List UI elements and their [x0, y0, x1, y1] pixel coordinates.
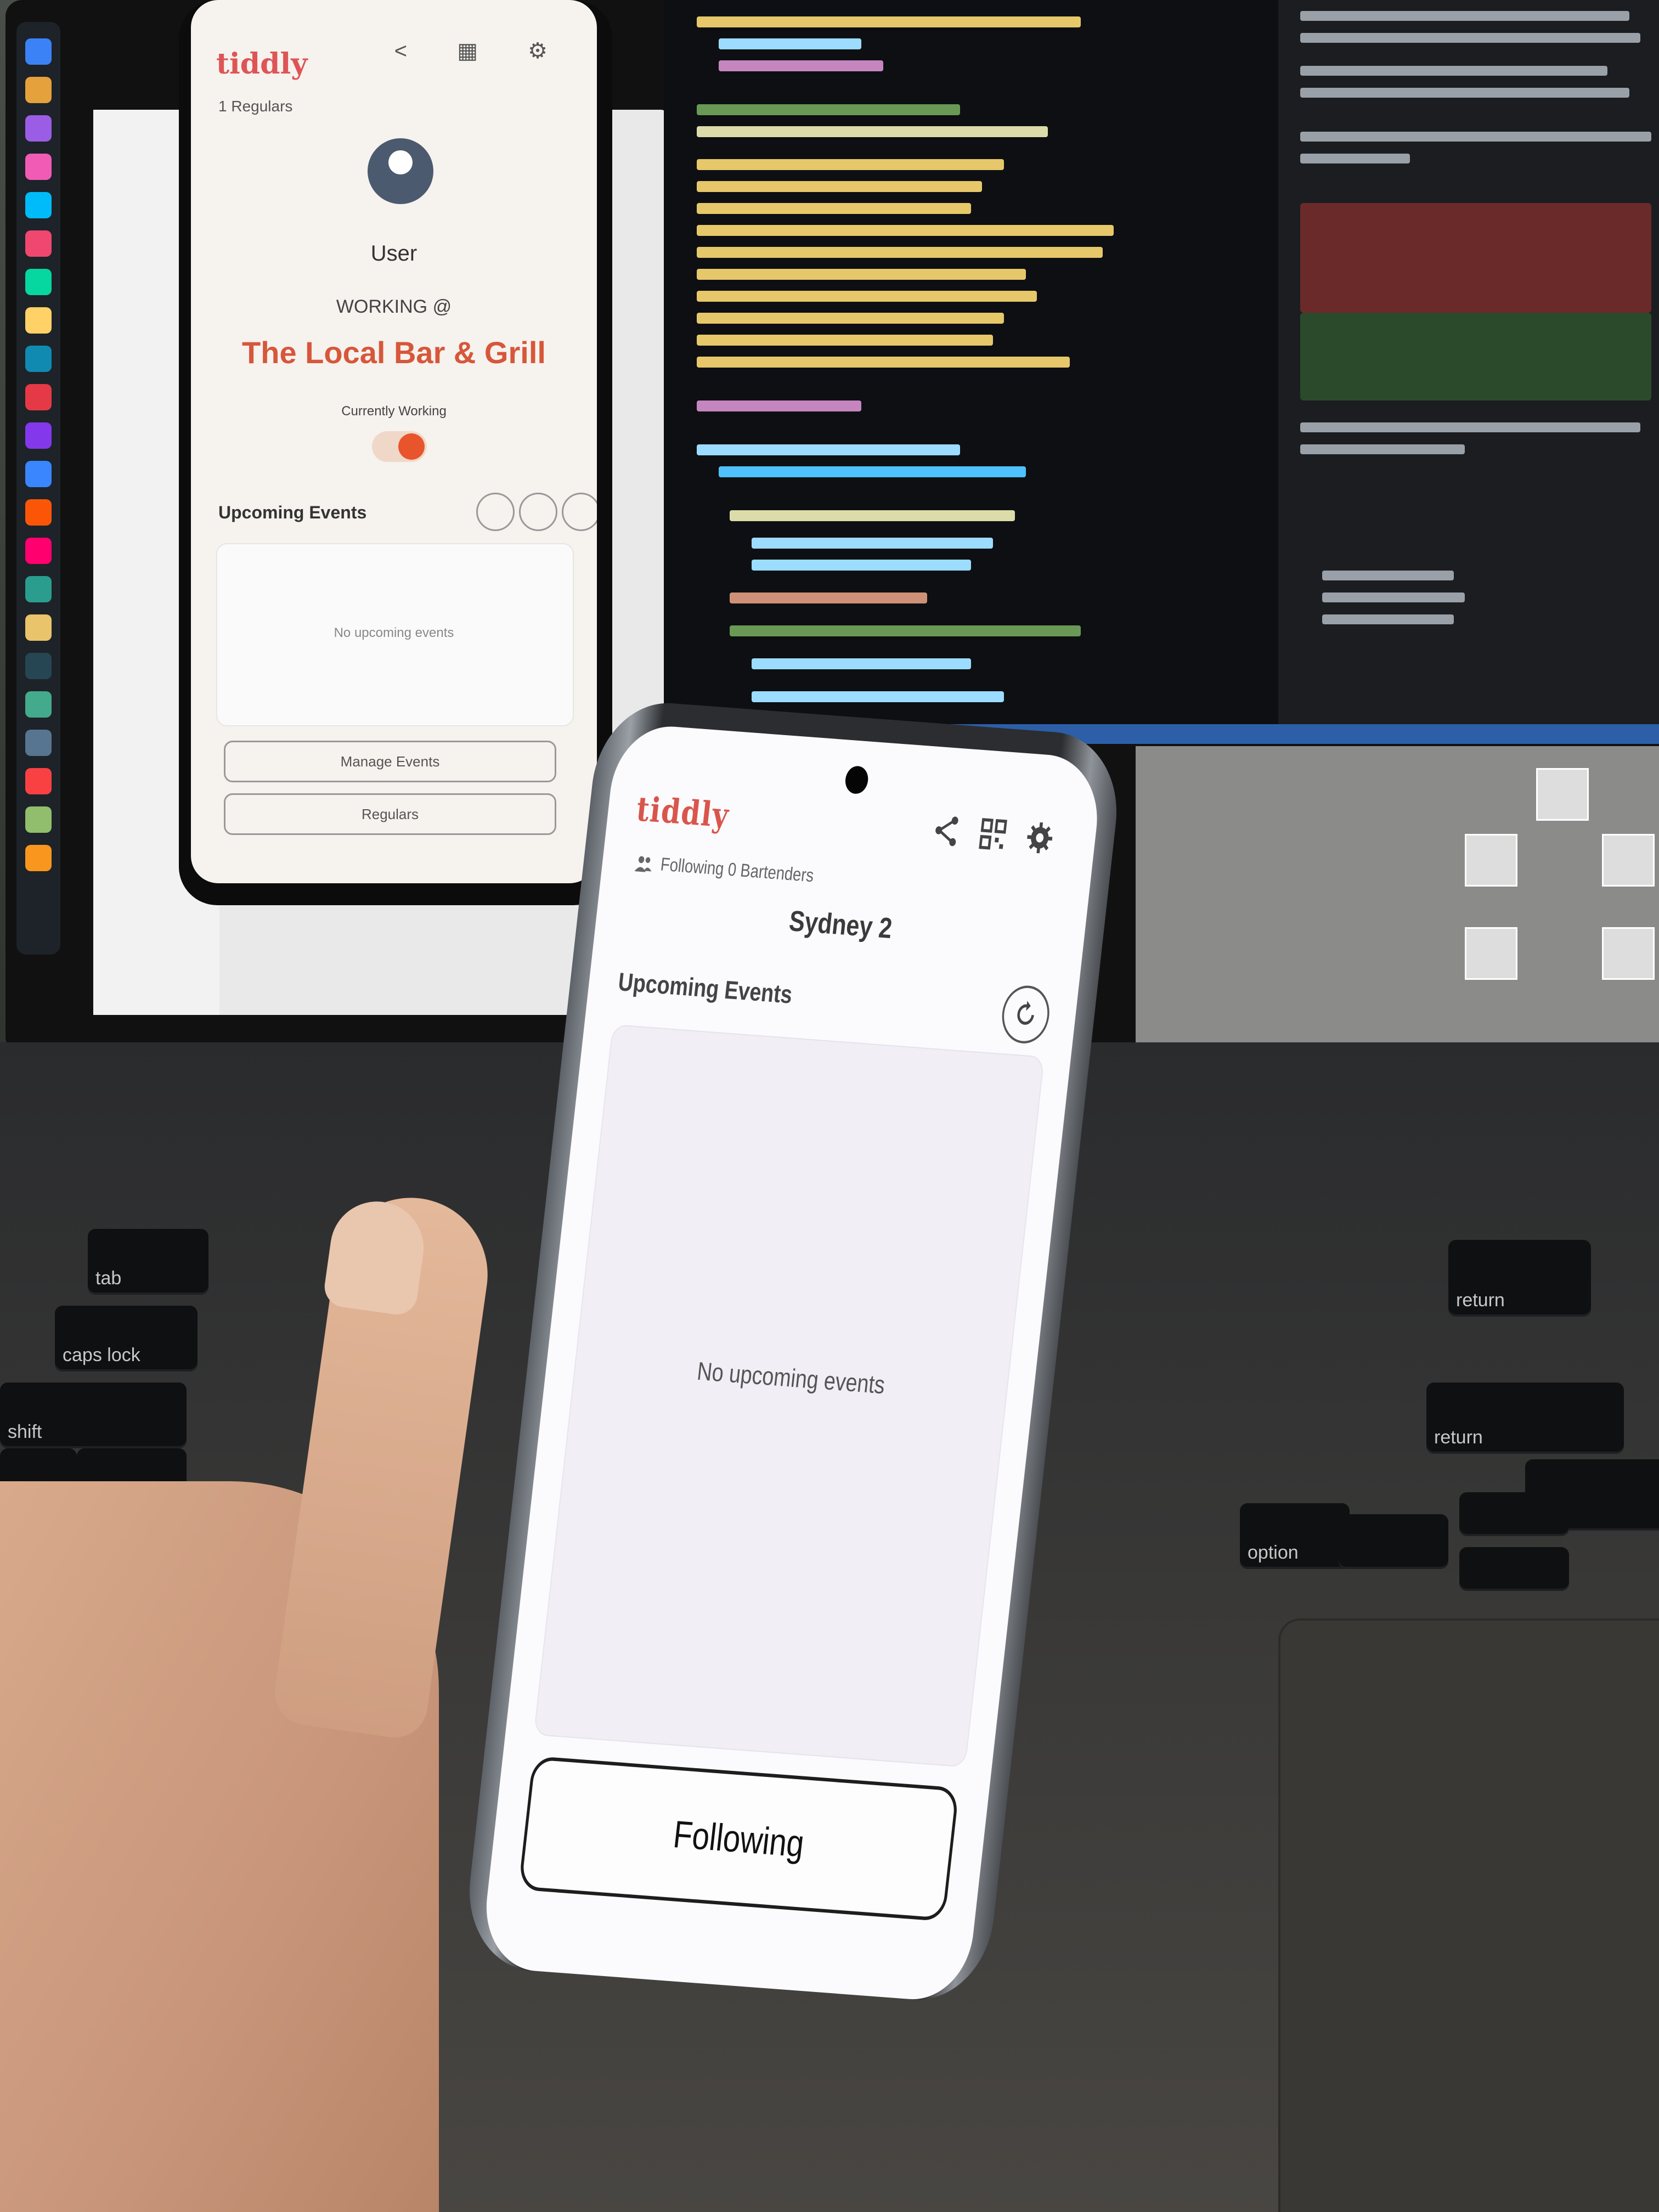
key-label: caps lock — [63, 1345, 140, 1365]
bg-manage-events-button: Manage Events — [224, 741, 556, 782]
refresh-button[interactable] — [999, 984, 1053, 1045]
bg-upcoming-title: Upcoming Events — [218, 503, 367, 522]
following-button[interactable]: Following — [518, 1756, 960, 1922]
bg-regulars-button: Regulars — [224, 793, 556, 835]
bg-prev-icon — [476, 493, 515, 531]
no-events-message: No upcoming events — [696, 1357, 887, 1400]
photo-scene: tiddly < ▦ ⚙ 1 Regulars User WORKING @ T… — [0, 0, 1659, 2212]
key-label: return — [1456, 1290, 1505, 1311]
assistant-chat-panel — [1278, 0, 1659, 741]
bg-working-toggle — [372, 431, 427, 462]
code-editor — [664, 0, 1366, 724]
bg-working-label: WORKING @ — [336, 296, 452, 317]
desktop-files — [1136, 746, 1659, 1053]
macos-dock — [16, 22, 60, 955]
trackpad — [1278, 1618, 1659, 2212]
app-logo: tiddly — [634, 789, 731, 836]
following-count: Following 0 Bartenders — [633, 851, 815, 886]
key-label: return — [1434, 1427, 1483, 1448]
bg-brand-logo: tiddly — [216, 47, 308, 81]
upcoming-events-title: Upcoming Events — [617, 968, 794, 1009]
events-list: No upcoming events — [533, 1024, 1045, 1768]
bg-avatar — [368, 138, 433, 204]
key-label: option — [1248, 1542, 1299, 1563]
people-icon — [634, 856, 652, 872]
bg-refresh-icon — [519, 493, 557, 531]
following-text: Following 0 Bartenders — [659, 853, 815, 886]
bg-no-events: No upcoming events — [334, 625, 454, 640]
key-label: shift — [8, 1421, 42, 1442]
background-phone: tiddly < ▦ ⚙ 1 Regulars User WORKING @ T… — [179, 0, 612, 905]
key-label: tab — [95, 1268, 122, 1289]
venue-name: Sydney 2 — [787, 904, 894, 945]
refresh-icon — [1017, 1001, 1034, 1025]
share-icon[interactable] — [929, 811, 963, 850]
bg-next-icon — [562, 493, 597, 531]
bg-username: User — [370, 241, 417, 266]
bg-regulars-count: 1 Regulars — [218, 98, 293, 115]
gear-icon[interactable] — [1023, 819, 1057, 857]
qr-code-icon[interactable] — [976, 815, 1010, 854]
background-phone-screen: tiddly < ▦ ⚙ 1 Regulars User WORKING @ T… — [191, 0, 597, 883]
bg-header-icons: < ▦ ⚙ — [394, 39, 569, 63]
bg-venue-name: The Local Bar & Grill — [242, 335, 546, 370]
front-camera — [844, 765, 870, 795]
bg-currently-working: Currently Working — [341, 404, 447, 419]
